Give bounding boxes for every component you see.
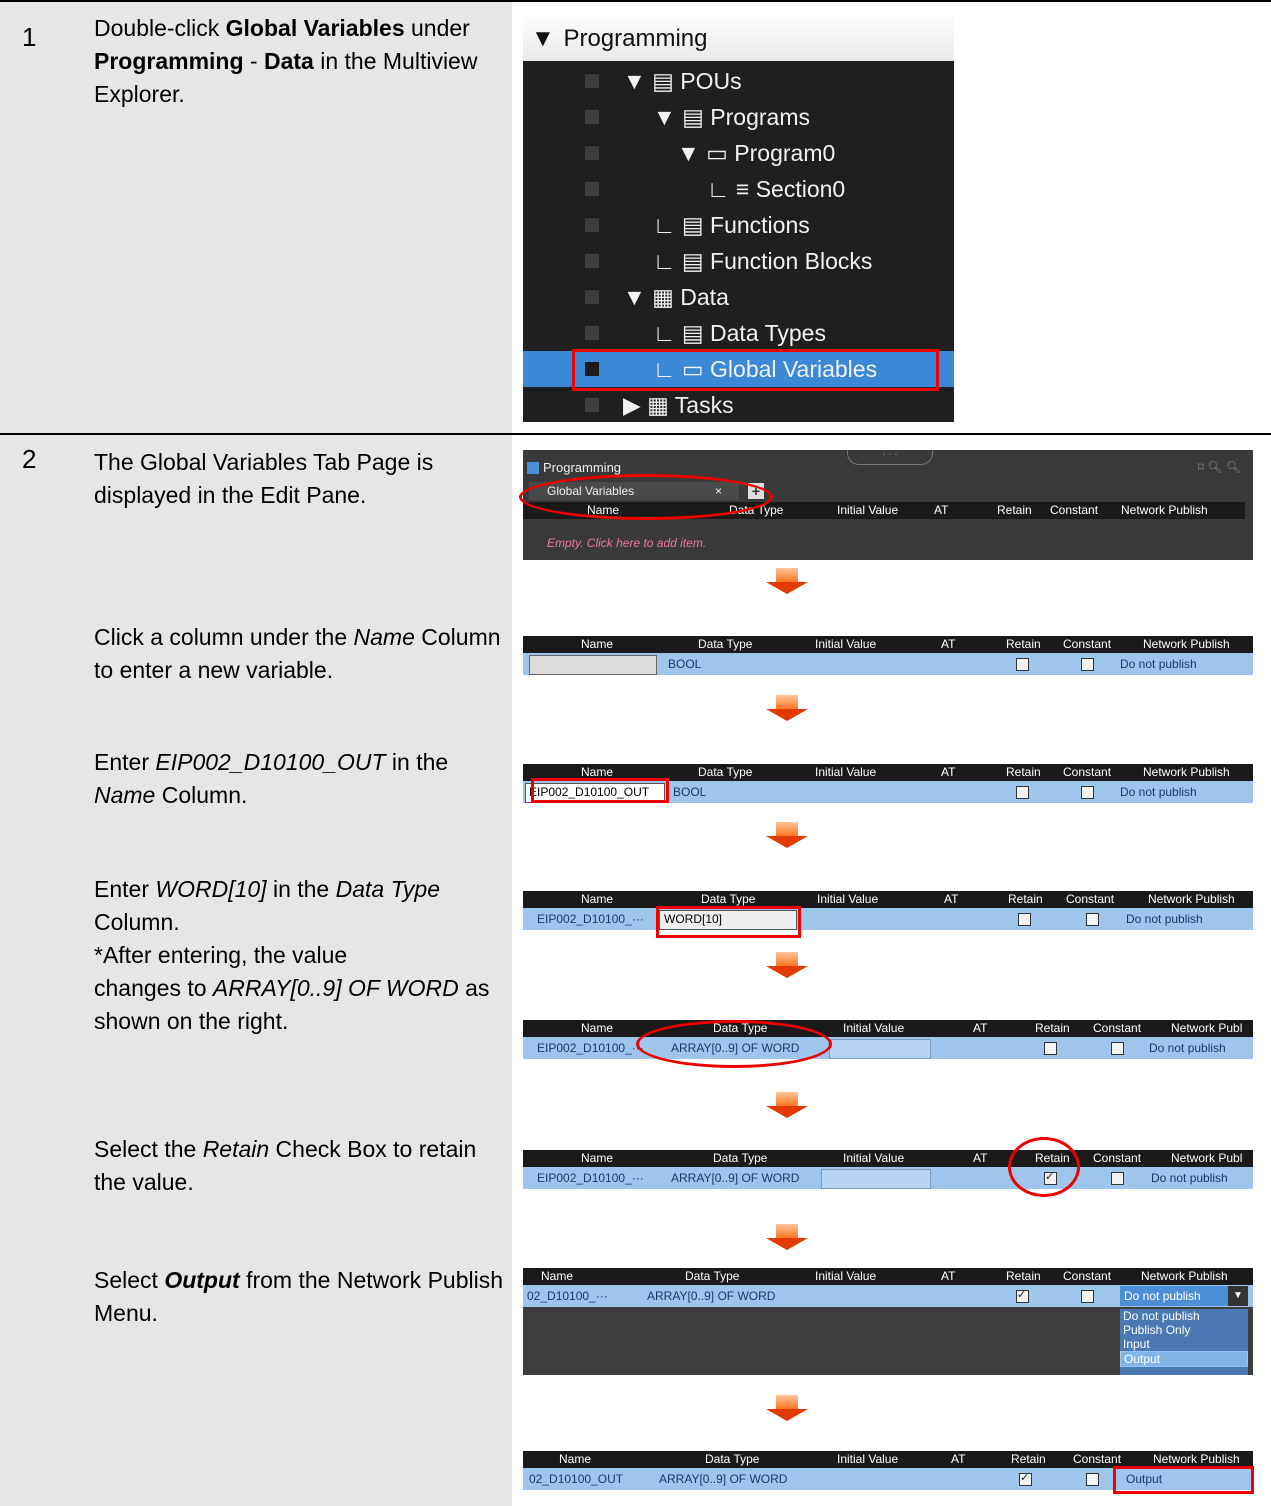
table-row[interactable]: 02_D10100_··· ARRAY[0..9] OF WORD Do not…: [523, 1285, 1253, 1307]
pane-grip[interactable]: · · ·: [847, 450, 933, 465]
type-value[interactable]: ARRAY[0..9] OF WORD: [671, 1167, 799, 1189]
name-cell-editing[interactable]: [529, 655, 657, 675]
tree-item-programs[interactable]: ▼ ▤ Programs: [523, 99, 954, 135]
dropdown-option[interactable]: Publish Only: [1120, 1323, 1248, 1337]
name-value[interactable]: EIP002_D10100_···: [537, 1167, 644, 1189]
type-value[interactable]: BOOL: [668, 653, 701, 675]
publish-value[interactable]: Do not publish: [1151, 1167, 1228, 1189]
retain-checkbox[interactable]: [1044, 1042, 1057, 1055]
highlight-retain: [1008, 1137, 1080, 1197]
initial-value-cell[interactable]: [821, 1169, 931, 1189]
programming-icon: [527, 462, 539, 474]
constant-checkbox[interactable]: [1081, 786, 1094, 799]
step1-instruction: Double-click Global Variables under Prog…: [94, 15, 478, 107]
name-value[interactable]: 02_D10100_···: [527, 1285, 608, 1307]
tree-item-section0[interactable]: ∟ ≡ Section0: [523, 171, 954, 207]
dropdown-option-selected[interactable]: Output: [1120, 1351, 1248, 1367]
constant-checkbox[interactable]: [1111, 1172, 1124, 1185]
name-value[interactable]: EIP002_D10100_···: [537, 1037, 644, 1059]
zoom-icons[interactable]: ⌑ 🔍︎ 🔍︎: [1198, 460, 1241, 474]
highlight-output: [1113, 1466, 1254, 1494]
initial-value-cell[interactable]: [829, 1039, 931, 1059]
dropdown-option[interactable]: Do not publish: [1120, 1309, 1248, 1323]
step2-enter-type: Enter WORD[10] in the Data Type Column. …: [94, 876, 490, 1034]
tree-item-program0[interactable]: ▼ ▭ Program0: [523, 135, 954, 171]
highlight-global-variables: [572, 349, 939, 391]
next-arrow-icon: [766, 952, 808, 978]
next-arrow-icon: [766, 1395, 808, 1421]
constant-checkbox[interactable]: [1081, 1290, 1094, 1303]
tree-item-data[interactable]: ▼ ▦ Data: [523, 279, 954, 315]
empty-hint[interactable]: Empty. Click here to add item.: [547, 536, 706, 550]
constant-checkbox[interactable]: [1111, 1042, 1124, 1055]
variable-grid: Name Data Type Initial Value AT Retain C…: [523, 1150, 1253, 1190]
highlight-type-converted: [636, 1020, 832, 1068]
retain-checkbox[interactable]: [1018, 913, 1031, 926]
highlight-tab: [519, 474, 773, 520]
publish-select[interactable]: Do not publish ▼: [1120, 1286, 1248, 1306]
tree-item-tasks[interactable]: ▶ ▦ Tasks: [523, 387, 954, 422]
table-row[interactable]: EIP002_D10100_··· WORD[10] Do not publis…: [523, 908, 1253, 930]
tree-item-functions[interactable]: ∟ ▤ Functions: [523, 207, 954, 243]
step2-number-column: [0, 435, 77, 1506]
publish-selected-value: Do not publish: [1124, 1289, 1201, 1303]
next-arrow-icon: [766, 1092, 808, 1118]
pane-title: Programming: [543, 460, 622, 475]
step2-enter-name: Enter EIP002_D10100_OUT in the Name Colu…: [94, 749, 449, 808]
publish-value[interactable]: Do not publish: [1120, 781, 1197, 803]
retain-checkbox[interactable]: [1016, 786, 1029, 799]
retain-checkbox[interactable]: [1016, 658, 1029, 671]
step2-retain: Select the Retain Check Box to retain th…: [94, 1136, 477, 1195]
variable-grid: Name Data Type Initial Value AT Retain C…: [523, 1268, 1253, 1375]
publish-value[interactable]: Do not publish: [1126, 908, 1203, 930]
retain-checkbox[interactable]: [1016, 1288, 1029, 1303]
variable-grid: Name Data Type Initial Value AT Retain C…: [523, 891, 1253, 931]
next-arrow-icon: [766, 1224, 808, 1250]
type-value[interactable]: ARRAY[0..9] OF WORD: [647, 1285, 775, 1307]
table-header: Name Data Type Initial Value AT Retain C…: [523, 1268, 1253, 1285]
step1-number-column: [0, 2, 77, 433]
table-header: Name Data Type Initial Value AT Retain C…: [523, 636, 1253, 653]
table-header: Name Data Type Initial Value AT Retain C…: [523, 1150, 1253, 1167]
step2-intro: The Global Variables Tab Page is display…: [94, 449, 434, 508]
type-value[interactable]: ARRAY[0..9] OF WORD: [659, 1468, 787, 1490]
expand-arrow-icon: ▼: [531, 25, 555, 52]
type-value[interactable]: BOOL: [673, 781, 706, 803]
retain-checkbox[interactable]: [1019, 1471, 1032, 1486]
variable-grid: Name Data Type Initial Value AT Retain C…: [523, 636, 1253, 676]
step2-click-name: Click a column under the Name Column to …: [94, 624, 501, 683]
highlight-type-cell: [656, 906, 801, 938]
table-row[interactable]: EIP002_D10100_··· ARRAY[0..9] OF WORD Do…: [523, 1167, 1253, 1189]
highlight-name-cell: [531, 778, 669, 803]
step-number: 2: [22, 444, 37, 474]
programming-header[interactable]: ▼ Programming: [523, 16, 954, 61]
dropdown-option[interactable]: Input: [1120, 1337, 1248, 1351]
next-arrow-icon: [766, 822, 808, 848]
publish-value[interactable]: Do not publish: [1149, 1037, 1226, 1059]
table-header: Name Data Type Initial Value AT Retain C…: [523, 891, 1253, 908]
tree-item-function-blocks[interactable]: ∟ ▤ Function Blocks: [523, 243, 954, 279]
constant-checkbox[interactable]: [1086, 1473, 1099, 1486]
dropdown-arrow-icon[interactable]: ▼: [1228, 1286, 1248, 1306]
table-row[interactable]: BOOL Do not publish: [523, 653, 1253, 675]
name-value[interactable]: EIP002_D10100_···: [537, 908, 644, 930]
constant-checkbox[interactable]: [1086, 913, 1099, 926]
name-value[interactable]: 02_D10100_OUT: [529, 1468, 623, 1490]
table-row[interactable]: EIP002_D10100_··· ARRAY[0..9] OF WORD Do…: [523, 1037, 1253, 1059]
constant-checkbox[interactable]: [1081, 658, 1094, 671]
publish-dropdown: Do not publish Publish Only Input Output: [1120, 1309, 1248, 1375]
tree-item-data-types[interactable]: ∟ ▤ Data Types: [523, 315, 954, 351]
tree-item-pous[interactable]: ▼ ▤ POUs: [523, 63, 954, 99]
next-arrow-icon: [766, 568, 808, 594]
step2-network-publish: Select Output from the Network Publish M…: [94, 1267, 504, 1326]
publish-value[interactable]: Do not publish: [1120, 653, 1197, 675]
variable-grid: Name Data Type Initial Value AT Retain C…: [523, 1020, 1253, 1060]
table-header: Name Data Type Initial Value AT Retain C…: [523, 1020, 1253, 1037]
next-arrow-icon: [766, 695, 808, 721]
step-number: 1: [22, 22, 37, 52]
